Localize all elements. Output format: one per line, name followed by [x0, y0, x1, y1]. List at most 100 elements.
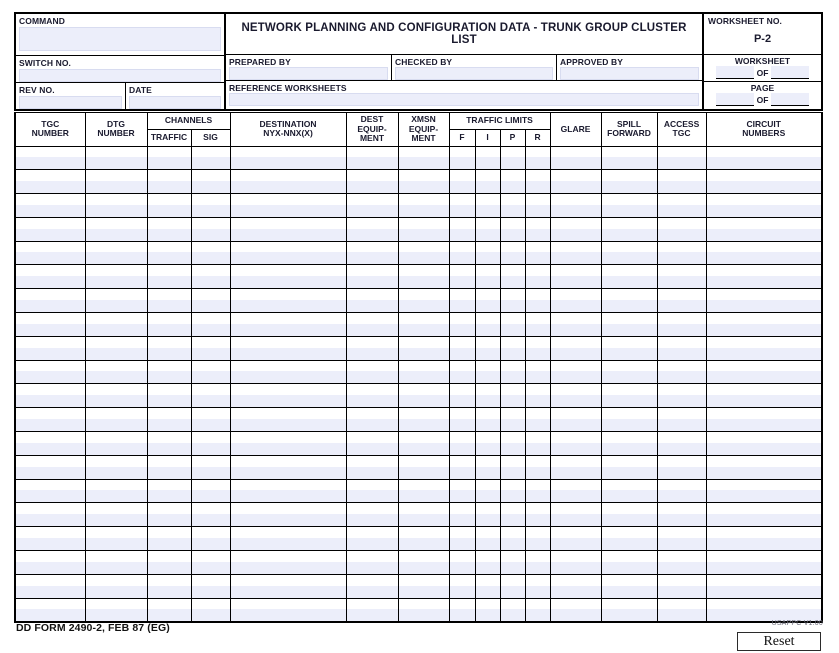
input-traffic-p-row18[interactable] [500, 561, 525, 574]
input-circuit-numbers-row3[interactable] [706, 204, 821, 217]
input-spill-forward-row12[interactable] [601, 419, 657, 432]
input-dest-equipment-row8[interactable] [346, 323, 398, 336]
input-xmsn-equipment-row7[interactable] [398, 300, 449, 313]
input-channels-sig-row8[interactable] [191, 323, 230, 336]
input-traffic-i-row8[interactable] [475, 323, 500, 336]
input-traffic-f-row18[interactable] [449, 561, 475, 574]
input-traffic-f-row19[interactable] [449, 585, 475, 598]
input-circuit-numbers-row4[interactable] [706, 228, 821, 241]
input-dest-equipment-row3[interactable] [346, 204, 398, 217]
input-dtg-number-row8[interactable] [85, 323, 147, 336]
input-tgc-number-row14[interactable] [16, 466, 85, 479]
input-spill-forward-row4[interactable] [601, 228, 657, 241]
input-spill-forward-row14[interactable] [601, 466, 657, 479]
input-channels-traffic-row1[interactable] [147, 157, 191, 170]
input-circuit-numbers-row19[interactable] [706, 585, 821, 598]
input-channels-traffic-row16[interactable] [147, 514, 191, 527]
input-circuit-numbers-row17[interactable] [706, 538, 821, 551]
input-channels-traffic-row10[interactable] [147, 371, 191, 384]
input-traffic-p-row1[interactable] [500, 157, 525, 170]
input-traffic-i-row17[interactable] [475, 538, 500, 551]
input-traffic-r-row6[interactable] [525, 276, 550, 289]
input-channels-sig-row5[interactable] [191, 252, 230, 265]
input-channels-sig-row17[interactable] [191, 538, 230, 551]
input-spill-forward-row9[interactable] [601, 347, 657, 360]
input-circuit-numbers-row2[interactable] [706, 181, 821, 194]
input-dtg-number-row9[interactable] [85, 347, 147, 360]
input-access-tgc-row11[interactable] [657, 395, 706, 408]
input-dtg-number-row17[interactable] [85, 538, 147, 551]
input-traffic-p-row17[interactable] [500, 538, 525, 551]
input-traffic-r-row17[interactable] [525, 538, 550, 551]
input-xmsn-equipment-row11[interactable] [398, 395, 449, 408]
input-dtg-number-row14[interactable] [85, 466, 147, 479]
input-traffic-r-row10[interactable] [525, 371, 550, 384]
input-access-tgc-row20[interactable] [657, 608, 706, 621]
input-dest-equipment-row2[interactable] [346, 181, 398, 194]
input-glare-row11[interactable] [550, 395, 601, 408]
input-dtg-number-row11[interactable] [85, 395, 147, 408]
switch-no-input[interactable] [19, 69, 221, 82]
input-spill-forward-row8[interactable] [601, 323, 657, 336]
input-traffic-f-row11[interactable] [449, 395, 475, 408]
input-traffic-f-row12[interactable] [449, 419, 475, 432]
input-circuit-numbers-row18[interactable] [706, 561, 821, 574]
input-traffic-p-row15[interactable] [500, 490, 525, 503]
input-dtg-number-row18[interactable] [85, 561, 147, 574]
input-traffic-r-row5[interactable] [525, 252, 550, 265]
input-traffic-i-row4[interactable] [475, 228, 500, 241]
input-traffic-r-row14[interactable] [525, 466, 550, 479]
input-dest-equipment-row20[interactable] [346, 608, 398, 621]
input-access-tgc-row7[interactable] [657, 300, 706, 313]
input-channels-traffic-row12[interactable] [147, 419, 191, 432]
input-dtg-number-row4[interactable] [85, 228, 147, 241]
page-number-input[interactable] [715, 93, 754, 107]
input-circuit-numbers-row15[interactable] [706, 490, 821, 503]
input-xmsn-equipment-row20[interactable] [398, 608, 449, 621]
input-traffic-i-row14[interactable] [475, 466, 500, 479]
input-circuit-numbers-row5[interactable] [706, 252, 821, 265]
input-traffic-f-row4[interactable] [449, 228, 475, 241]
input-tgc-number-row19[interactable] [16, 585, 85, 598]
input-channels-traffic-row15[interactable] [147, 490, 191, 503]
input-access-tgc-row8[interactable] [657, 323, 706, 336]
page-total-input[interactable] [771, 93, 810, 107]
input-traffic-r-row9[interactable] [525, 347, 550, 360]
input-access-tgc-row1[interactable] [657, 157, 706, 170]
input-traffic-i-row16[interactable] [475, 514, 500, 527]
input-spill-forward-row20[interactable] [601, 608, 657, 621]
input-channels-sig-row14[interactable] [191, 466, 230, 479]
input-access-tgc-row3[interactable] [657, 204, 706, 217]
input-spill-forward-row10[interactable] [601, 371, 657, 384]
input-traffic-r-row20[interactable] [525, 608, 550, 621]
input-traffic-i-row2[interactable] [475, 181, 500, 194]
input-tgc-number-row20[interactable] [16, 608, 85, 621]
input-destination-row5[interactable] [230, 252, 346, 265]
input-spill-forward-row18[interactable] [601, 561, 657, 574]
input-dest-equipment-row15[interactable] [346, 490, 398, 503]
input-tgc-number-row3[interactable] [16, 204, 85, 217]
input-dest-equipment-row13[interactable] [346, 442, 398, 455]
input-access-tgc-row13[interactable] [657, 442, 706, 455]
input-dtg-number-row1[interactable] [85, 157, 147, 170]
input-xmsn-equipment-row4[interactable] [398, 228, 449, 241]
input-glare-row12[interactable] [550, 419, 601, 432]
input-glare-row8[interactable] [550, 323, 601, 336]
input-traffic-f-row5[interactable] [449, 252, 475, 265]
input-tgc-number-row11[interactable] [16, 395, 85, 408]
input-glare-row15[interactable] [550, 490, 601, 503]
input-dtg-number-row5[interactable] [85, 252, 147, 265]
input-dest-equipment-row17[interactable] [346, 538, 398, 551]
input-traffic-i-row9[interactable] [475, 347, 500, 360]
input-xmsn-equipment-row1[interactable] [398, 157, 449, 170]
input-destination-row15[interactable] [230, 490, 346, 503]
command-input[interactable] [19, 27, 221, 51]
input-access-tgc-row6[interactable] [657, 276, 706, 289]
input-traffic-f-row9[interactable] [449, 347, 475, 360]
input-glare-row7[interactable] [550, 300, 601, 313]
input-destination-row14[interactable] [230, 466, 346, 479]
input-glare-row2[interactable] [550, 181, 601, 194]
input-destination-row9[interactable] [230, 347, 346, 360]
input-tgc-number-row6[interactable] [16, 276, 85, 289]
input-glare-row16[interactable] [550, 514, 601, 527]
